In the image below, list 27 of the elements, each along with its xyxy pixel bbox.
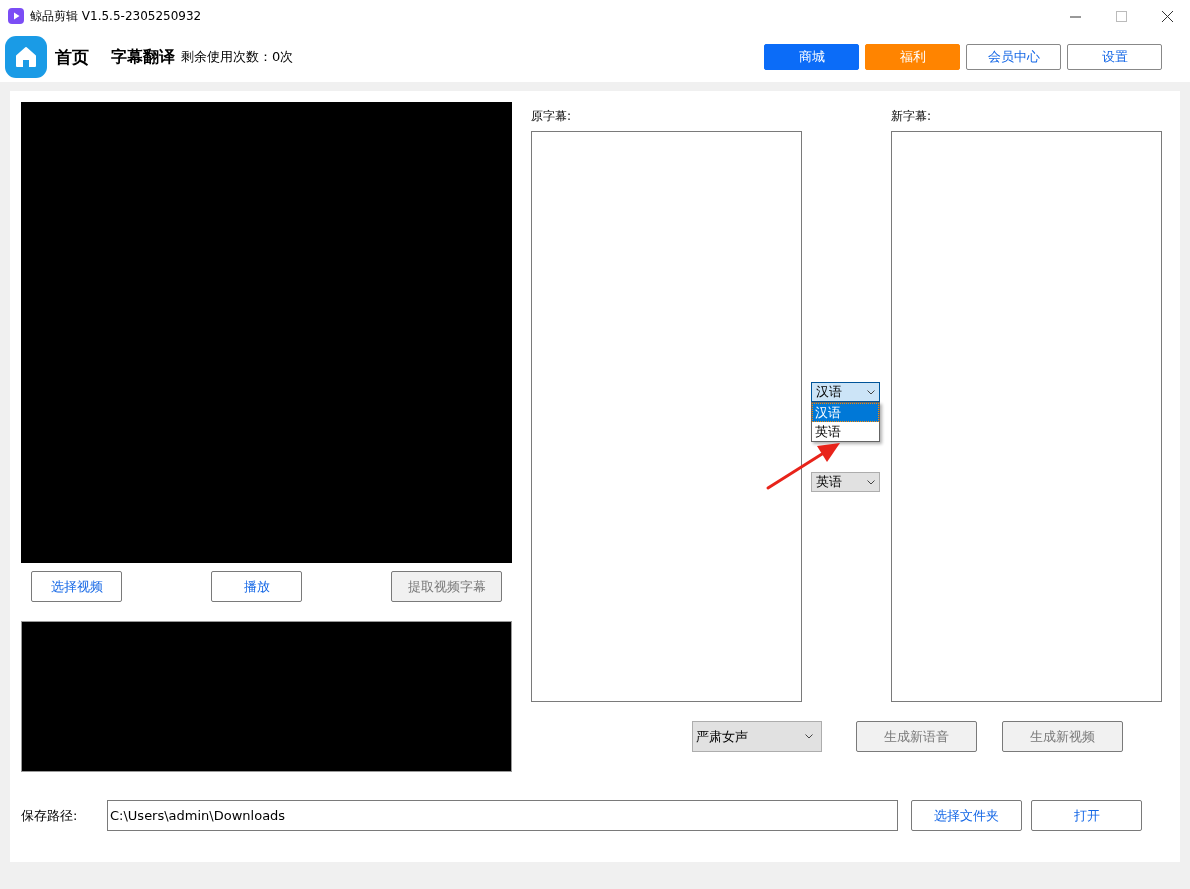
button[interactable]: 打开 xyxy=(1031,800,1142,831)
field-label: 保存路径: xyxy=(21,806,79,825)
dropdown-option[interactable]: 汉语 xyxy=(812,403,879,422)
dropdown-option[interactable]: 英语 xyxy=(812,422,879,441)
home-icon[interactable] xyxy=(5,36,47,78)
button[interactable]: 选择文件夹 xyxy=(911,800,1022,831)
header-button[interactable]: 商城 xyxy=(764,44,859,70)
caret-icon xyxy=(805,734,813,739)
language-select[interactable]: 汉语 xyxy=(811,382,880,402)
page-title: 字幕翻译 xyxy=(111,46,175,68)
field-label: 原字幕: xyxy=(531,108,573,125)
field-label: 新字幕: xyxy=(891,108,933,125)
caret-icon xyxy=(867,389,875,395)
maximize-icon[interactable] xyxy=(1115,10,1127,22)
header-button[interactable]: 会员中心 xyxy=(966,44,1061,70)
button[interactable]: 选择视频 xyxy=(31,571,122,602)
home-link[interactable]: 首页 xyxy=(55,45,89,69)
language-select[interactable]: 英语 xyxy=(811,472,880,492)
header-button[interactable]: 设置 xyxy=(1067,44,1162,70)
close-icon[interactable] xyxy=(1161,10,1173,22)
button[interactable]: 播放 xyxy=(211,571,302,602)
window-title: 鲸品剪辑 V1.5.5-2305250932 xyxy=(30,7,202,25)
app-icon xyxy=(8,8,24,24)
usage-count: 剩余使用次数：0次 xyxy=(181,48,294,66)
caret-icon xyxy=(867,479,875,485)
voice-select[interactable]: 严肃女声 xyxy=(692,721,822,752)
path-field[interactable]: C:\Users\admin\Downloads xyxy=(107,800,898,831)
